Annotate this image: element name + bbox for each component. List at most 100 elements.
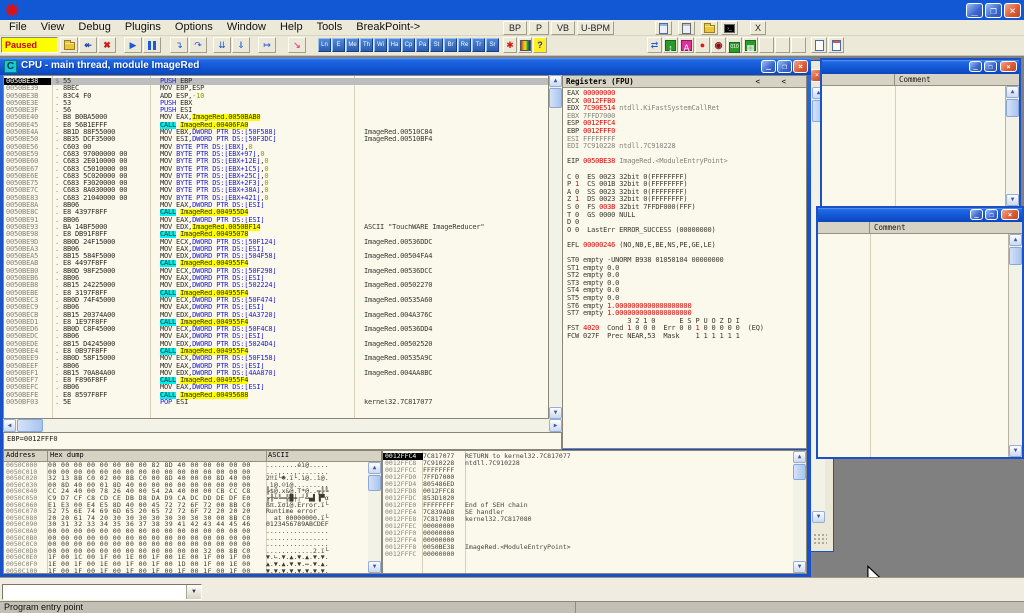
disasm-hscrollbar[interactable]: ◀ ▶ [3, 419, 562, 432]
close-button[interactable]: × [1001, 209, 1019, 220]
toolbar-letter-button-ln[interactable]: Ln [318, 38, 331, 52]
registers-prev-icon[interactable]: < [755, 77, 760, 86]
disasm-row[interactable]: 0050BE75.C683 F3020000 00MOV BYTE PTR DS… [4, 180, 548, 187]
appearance-button[interactable] [518, 37, 532, 53]
disasm-row[interactable]: 0050BE98.E8 DB91F8FFCALL ImageRed.004950… [4, 231, 548, 238]
disasm-row[interactable]: 0050BE4A.8B1D 88F55000MOV EBX,DWORD PTR … [4, 129, 548, 136]
cpu-minimize-button[interactable]: _ [761, 60, 776, 73]
column-comment[interactable]: Comment [899, 75, 931, 84]
menu-item-options[interactable]: Options [168, 20, 220, 34]
scroll-thumb[interactable] [549, 88, 562, 108]
blank-button-2[interactable] [775, 37, 790, 53]
go-to-address-button[interactable]: ↘ [288, 37, 306, 53]
disasm-row[interactable]: 0050BE45.E8 56B1EFFFCALL ImageRed.00406F… [4, 122, 548, 129]
scroll-down-button[interactable]: ▼ [549, 407, 562, 419]
execute-till-return-button[interactable]: ↦ [258, 37, 276, 53]
register-line[interactable]: FCW 027F Prec NEAR,53 Mask 1 1 1 1 1 1 [567, 333, 804, 341]
toolbar-letter-button-st[interactable]: St [430, 38, 443, 52]
disasm-row[interactable]: 0050BE38$55PUSH EBP [4, 78, 548, 85]
disasm-row[interactable]: 0050BE83.C683 21040000 00MOV BYTE PTR DS… [4, 195, 548, 202]
disasm-row[interactable]: 0050BE56.C603 00MOV BYTE PTR DS:[EBX],0 [4, 144, 548, 151]
animate-over-button[interactable]: ⇓ [232, 37, 250, 53]
disasm-row[interactable]: 0050BEBE.E8 3197F8FFCALL ImageRed.004955… [4, 290, 548, 297]
blank-button-3[interactable] [791, 37, 806, 53]
restart-button[interactable]: ↞ [79, 37, 97, 53]
menu-item-tools[interactable]: Tools [310, 20, 350, 34]
register-line[interactable]: O 0 LastErr ERROR_SUCCESS (00000000) [567, 227, 804, 235]
disasm-row[interactable]: 0050BEDE.8B15 D4245000MOV EDX,DWORD PTR … [4, 341, 548, 348]
open-folder-button[interactable] [701, 21, 718, 35]
maximize-button[interactable]: ❐ [984, 61, 997, 72]
disasm-row[interactable]: 0050BEC3.8B0D 74F45000MOV ECX,DWORD PTR … [4, 297, 548, 304]
blank-button-1[interactable] [759, 37, 774, 53]
disasm-row[interactable]: 0050BE9D.8B0D 24F15000MOV ECX,DWORD PTR … [4, 239, 548, 246]
disasm-row[interactable]: 0050BE3B.83C4 F0ADD ESP,-10 [4, 93, 548, 100]
toolbar-letter-button-tr[interactable]: Tr [472, 38, 485, 52]
stack-row[interactable]: 0012FFFC00000000 [383, 551, 806, 558]
toolbar-letter-button-sr[interactable]: Sr [486, 38, 499, 52]
scroll-down-button[interactable]: ▼ [368, 561, 381, 573]
comment-list-area[interactable] [822, 86, 1006, 206]
menu-item-debug[interactable]: Debug [71, 20, 117, 34]
maximize-button[interactable]: ❐ [985, 3, 1002, 18]
close-program-button[interactable]: ✖ [98, 37, 116, 53]
actualize-button[interactable]: ⇄ [647, 37, 662, 53]
run-button[interactable]: ▶ [124, 37, 142, 53]
spiral-button[interactable]: ◉ [711, 37, 726, 53]
toolbar-letter-button-wi[interactable]: Wi [374, 38, 387, 52]
scroll-down-button[interactable]: ▼ [793, 561, 806, 573]
disasm-row[interactable]: 0050BEB6.8B06MOV EAX,DWORD PTR DS:[ESI] [4, 275, 548, 282]
disasm-row[interactable]: 0050BEF1.8B15 70A84A00MOV EDX,DWORD PTR … [4, 370, 548, 377]
disasm-row[interactable]: 0050BE39.8BECMOV EBP,ESP [4, 85, 548, 92]
animate-into-button[interactable]: ⇊ [213, 37, 231, 53]
resize-grip[interactable] [813, 533, 827, 545]
dump-scrollbar[interactable]: ▲ ▼ [368, 462, 381, 573]
scroll-thumb[interactable] [1009, 247, 1022, 265]
menu-item-window[interactable]: Window [220, 20, 273, 34]
menu-button-vb[interactable]: VB [551, 21, 575, 35]
stack-scrollbar[interactable]: ▲ ▼ [793, 451, 806, 573]
disasm-row[interactable]: 0050BE7C.C683 8A030000 00MOV BYTE PTR DS… [4, 187, 548, 194]
close-button[interactable]: × [1004, 3, 1021, 18]
menu-item-help[interactable]: Help [273, 20, 310, 34]
stack-pane[interactable]: 0012FFC47C817077RETURN to kernel32.7C817… [382, 450, 807, 574]
disasm-row[interactable]: 0050BEFE.E8 8597F8FFCALL ImageRed.004956… [4, 392, 548, 399]
disasm-row[interactable]: 0050BE50.8B35 DCF35000MOV ESI,DWORD PTR … [4, 136, 548, 143]
disasm-row[interactable]: 0050BE3F.56PUSH ESI [4, 107, 548, 114]
scroll-thumb[interactable] [793, 464, 806, 480]
options-button[interactable]: ✱ [503, 37, 517, 53]
disasm-row[interactable]: 0050BED6.8B0D C8F45000MOV ECX,DWORD PTR … [4, 326, 548, 333]
command-combobox[interactable]: ▼ [2, 584, 202, 600]
toolbar-letter-button-pa[interactable]: Pa [416, 38, 429, 52]
scroll-right-button[interactable]: ▶ [549, 419, 562, 432]
disasm-row[interactable]: 0050BE59.C683 97000000 00MOV BYTE PTR DS… [4, 151, 548, 158]
comment-window-bottom-titlebar[interactable]: _ ❐ × [818, 208, 1022, 222]
disasm-row[interactable]: 0050BEB0.8B0D 98F25000MOV ECX,DWORD PTR … [4, 268, 548, 275]
menu-item-file[interactable]: File [2, 20, 34, 34]
scroll-down-button[interactable]: ▼ [1006, 194, 1019, 206]
breakpoint-button[interactable]: ● [695, 37, 710, 53]
ascii-table-button[interactable]: A [679, 37, 694, 53]
dump-col-address[interactable]: Address [6, 452, 36, 459]
disasm-row[interactable]: 0050BE60.C683 2E010000 00MOV BYTE PTR DS… [4, 158, 548, 165]
scroll-thumb[interactable] [1006, 99, 1019, 117]
disasm-row[interactable]: 0050BE8A.8B06MOV EAX,DWORD PTR DS:[ESI] [4, 202, 548, 209]
disasm-row[interactable]: 0050BEE9.8B0D 58F15000MOV ECX,DWORD PTR … [4, 355, 548, 362]
minimize-button[interactable]: _ [970, 209, 983, 220]
scroll-up-button[interactable]: ▲ [368, 462, 381, 474]
disasm-row[interactable]: 0050BECB.8B15 20374A00MOV EDX,DWORD PTR … [4, 312, 548, 319]
menu-item-plugins[interactable]: Plugins [118, 20, 168, 34]
comment-list-area[interactable] [818, 234, 1009, 457]
pause-button[interactable] [143, 37, 161, 53]
open-file-button[interactable] [60, 37, 78, 53]
toolbar-letter-button-cp[interactable]: Cp [402, 38, 415, 52]
combobox-dropdown-button[interactable]: ▼ [186, 585, 201, 599]
console-button[interactable]: ›_ [721, 21, 738, 35]
menu-item-view[interactable]: View [34, 20, 72, 34]
disasm-row[interactable]: 0050BEFC.8B06MOV EAX,DWORD PTR DS:[ESI] [4, 384, 548, 391]
menu-button-bp[interactable]: BP [503, 21, 527, 35]
disasm-row[interactable]: 0050BF03.5EPOP ESIkernel32.7C817077 [4, 399, 548, 406]
cpu-close-button[interactable]: × [793, 60, 808, 73]
toolbar-letter-button-me[interactable]: Me [346, 38, 359, 52]
menu-item-breakpoint[interactable]: BreakPoint-> [349, 20, 427, 34]
